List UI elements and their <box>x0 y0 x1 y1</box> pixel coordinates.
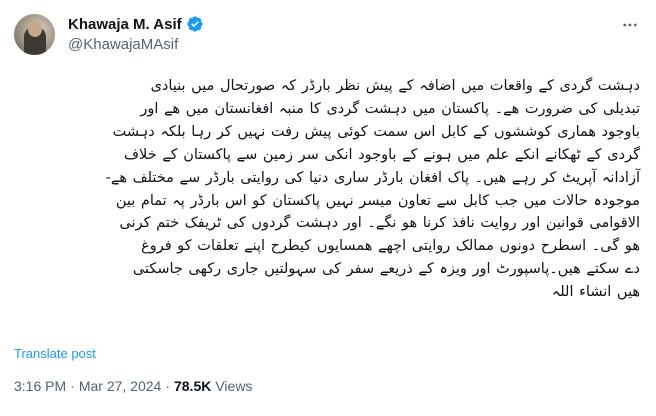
views-label: Views <box>215 378 253 394</box>
tweet-line: گردی کے ٹھکانے انکے علم میں ہونے کے باوج… <box>124 146 640 163</box>
tweet-line: الاقوامی قوانین اور روایت نافذ کرنا ھو ن… <box>119 215 640 232</box>
tweet-text: دہشت گردی کے واقعات میں اضافہ کے پیش نظر… <box>14 75 640 304</box>
author-handle[interactable]: @KhawajaMAsif <box>68 36 178 53</box>
avatar-face <box>28 22 42 37</box>
tweet-line: تبدیلی کی ضرورت ھے۔ پاکستان میں دہشت گرد… <box>140 100 640 117</box>
meta-separator: · <box>70 378 75 394</box>
more-options-icon[interactable] <box>619 14 641 36</box>
views-count[interactable]: 78.5K <box>174 378 211 394</box>
tweet-line: آزادانہ آپریٹ کر رہے ھیں۔ پاک افغان بارڈ… <box>105 169 640 186</box>
translate-post-link[interactable]: Translate post <box>14 346 96 361</box>
tweet-line: دے سکتے ھیں۔پاسپورٹ اور ویزہ کے ذریعے سف… <box>132 261 640 278</box>
tweet-metadata: 3:16 PM · Mar 27, 2024 · 78.5K Views <box>14 378 252 394</box>
tweet-line: باوجود ھماری کوششوں کے کابل اس سمت کوئی … <box>112 123 640 140</box>
tweet-line: ھیں انشاء اللہ <box>551 284 640 301</box>
tweet-time[interactable]: 3:16 PM <box>14 378 66 394</box>
tweet-line: دہشت گردی کے واقعات میں اضافہ کے پیش نظر… <box>150 78 640 94</box>
tweet-line: موجودہ حالات میں جب کابل سے تعاون میسر ن… <box>115 192 640 209</box>
author-display-name[interactable]: Khawaja M. Asif <box>68 16 182 33</box>
author-name-row: Khawaja M. Asif <box>68 15 204 33</box>
avatar[interactable] <box>14 14 55 55</box>
tweet-date[interactable]: Mar 27, 2024 <box>79 378 162 394</box>
meta-separator: · <box>165 378 170 394</box>
verified-badge-icon <box>186 15 204 33</box>
tweet-line: ھو گی۔ اسطرح دونوں ممالک روایتی اچھے ھمس… <box>141 238 640 255</box>
